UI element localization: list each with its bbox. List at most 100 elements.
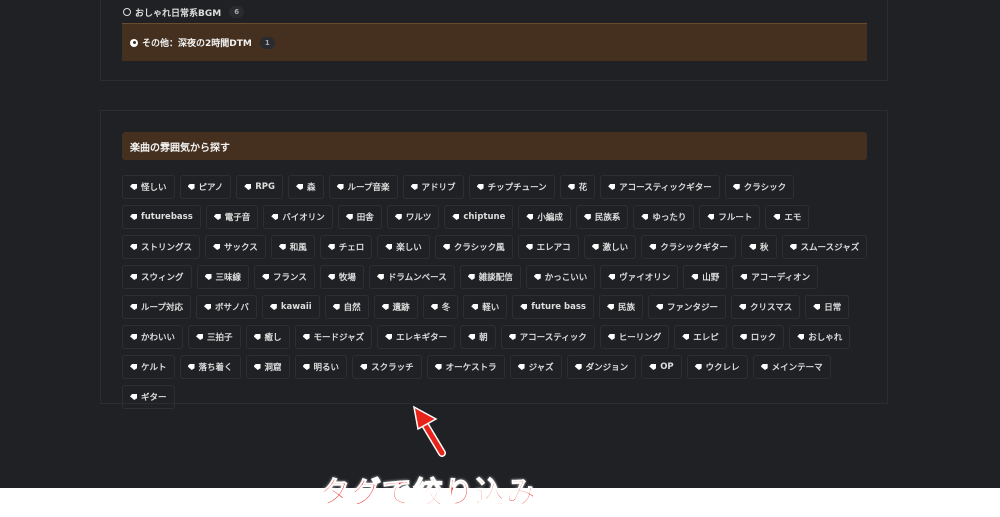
tag-button[interactable]: かっこいい (525, 265, 596, 289)
tag-button[interactable]: エモ (765, 205, 810, 229)
tag-button[interactable]: アコーディオン (732, 265, 819, 289)
tag-button[interactable]: ヴァイオリン (600, 265, 679, 289)
tag-button[interactable]: 楽しい (377, 235, 430, 259)
tag-button[interactable]: 民族 (598, 295, 643, 319)
category-item-selected[interactable]: その他：深夜の2時間DTM 1 (122, 23, 867, 61)
tag-button[interactable]: 冬 (422, 295, 459, 319)
tag-button[interactable]: 雑談配信 (459, 265, 521, 289)
tag-button[interactable]: メインテーマ (752, 355, 831, 379)
tag-icon (707, 214, 715, 220)
tag-button[interactable]: ボサノバ (196, 295, 257, 319)
tag-button[interactable]: ピアノ (179, 175, 232, 199)
tag-button[interactable]: チップチューン (468, 175, 555, 199)
tag-button[interactable]: 電子音 (205, 205, 259, 229)
tag-button[interactable]: 遺跡 (373, 295, 418, 319)
tag-button[interactable]: スクラッチ (352, 355, 422, 379)
tag-label: ファンタジー (666, 303, 718, 313)
tag-label: 癒し (264, 333, 282, 343)
tag-label: 洞窟 (264, 363, 282, 373)
tag-button[interactable]: フルート (699, 205, 761, 229)
tag-button[interactable]: 小編成 (518, 205, 571, 229)
tag-icon (442, 244, 450, 250)
tag-button[interactable]: 秋 (741, 235, 777, 259)
tag-button[interactable]: future bass (512, 295, 594, 319)
tag-icon (508, 334, 516, 340)
tag-button[interactable]: クリスマス (730, 295, 801, 319)
tag-icon (606, 304, 614, 310)
tag-label: 怪しい (141, 183, 167, 193)
tag-button[interactable]: おしゃれ (789, 325, 851, 349)
tag-button[interactable]: 花 (559, 175, 596, 199)
tag-button[interactable]: フランス (254, 265, 315, 289)
tag-button[interactable]: 怪しい (122, 175, 175, 199)
tag-button[interactable]: 朝 (460, 325, 496, 349)
tag-button[interactable]: 癒し (245, 325, 290, 349)
tag-button[interactable]: クラシック風 (434, 235, 513, 259)
tag-button[interactable]: 山野 (683, 265, 728, 289)
tag-button[interactable]: 民族系 (575, 205, 629, 229)
tag-button[interactable]: 三拍子 (188, 325, 241, 349)
tag-button[interactable]: エレピ (674, 325, 727, 349)
tag-button[interactable]: ウクレレ (686, 355, 748, 379)
tag-icon (813, 304, 821, 310)
tag-button[interactable]: ギター (122, 385, 175, 409)
tag-button[interactable]: 田舎 (337, 205, 382, 229)
tag-button[interactable]: 明るい (294, 355, 348, 379)
tag-button[interactable]: ケルト (122, 355, 175, 379)
tag-button[interactable]: ファンタジー (647, 295, 726, 319)
tag-icon (394, 214, 402, 220)
tag-icon (434, 364, 442, 370)
tag-button[interactable]: 激しい (583, 235, 637, 259)
tag-icon (641, 214, 649, 220)
tag-button[interactable]: チェロ (319, 235, 373, 259)
tag-label: 森 (307, 183, 316, 193)
tag-button[interactable]: エレキギター (377, 325, 456, 349)
tag-button[interactable]: ループ音楽 (328, 175, 398, 199)
tag-button[interactable]: RPG (236, 175, 284, 199)
tag-label: ゆったり (652, 213, 687, 223)
tag-button[interactable]: 和風 (270, 235, 315, 259)
tag-button[interactable]: ストリングス (122, 235, 201, 259)
tag-label: ループ音楽 (347, 183, 390, 193)
tag-button[interactable]: 軽い (463, 295, 508, 319)
tag-icon (468, 334, 476, 340)
tag-button[interactable]: 牧場 (319, 265, 364, 289)
tag-button[interactable]: アコースティックギター (600, 175, 720, 199)
tag-button[interactable]: バイオリン (263, 205, 333, 229)
tag-button[interactable]: ドラムンベース (368, 265, 455, 289)
tag-button[interactable]: スウィング (122, 265, 192, 289)
tag-button[interactable]: かわいい (122, 325, 184, 349)
tag-button[interactable]: 自然 (324, 295, 369, 319)
tag-button[interactable]: クラシックギター (641, 235, 737, 259)
category-item[interactable]: おしゃれ日常系BGM 6 (123, 2, 245, 22)
tag-button[interactable]: アコースティック (500, 325, 595, 349)
tag-button[interactable]: 三味線 (196, 265, 250, 289)
tag-label: ギター (141, 393, 167, 403)
tag-label: 日常 (824, 303, 842, 313)
tag-button[interactable]: クラシック (724, 175, 795, 199)
tag-button[interactable]: ループ対応 (122, 295, 191, 319)
tag-button[interactable]: kawaii (261, 295, 320, 319)
tag-button[interactable]: ワルツ (386, 205, 440, 229)
tag-button[interactable]: chiptune (444, 205, 514, 229)
tag-button[interactable]: ロック (731, 325, 785, 349)
tag-button[interactable]: スムースジャズ (781, 235, 868, 259)
tag-button[interactable]: ヒーリング (599, 325, 670, 349)
tag-button[interactable]: ダンジョン (566, 355, 637, 379)
tag-button[interactable]: ゆったり (633, 205, 695, 229)
tag-button[interactable]: モードジャズ (294, 325, 373, 349)
tag-label: chiptune (463, 212, 506, 222)
tag-button[interactable]: OP (641, 355, 682, 379)
tag-button[interactable]: アドリブ (402, 175, 464, 199)
tag-button[interactable]: サックス (205, 235, 266, 259)
tag-button[interactable]: ジャズ (509, 355, 562, 379)
tag-button[interactable]: 日常 (805, 295, 850, 319)
tag-button[interactable]: futurebass (122, 205, 201, 229)
tag-button[interactable]: 森 (288, 175, 324, 199)
tag-label: 花 (578, 183, 588, 193)
tag-button[interactable]: 洞窟 (245, 355, 290, 379)
tag-button[interactable]: オーケストラ (426, 355, 505, 379)
tag-label: 朝 (479, 333, 488, 343)
tag-button[interactable]: エレアコ (517, 235, 579, 259)
tag-button[interactable]: 落ち着く (179, 355, 241, 379)
